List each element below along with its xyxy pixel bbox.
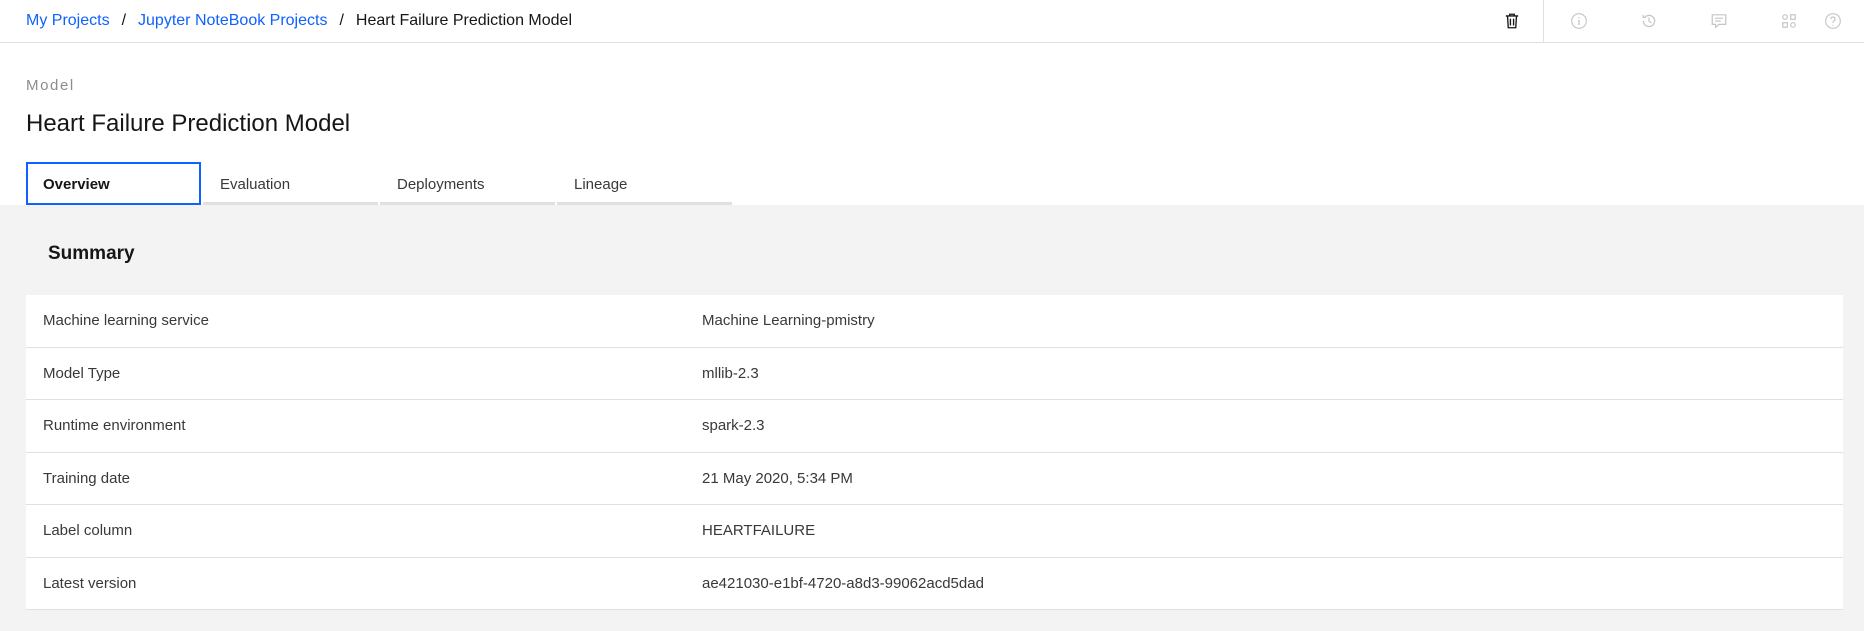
tab-overview[interactable]: Overview (26, 162, 201, 205)
row-label: Machine learning service (43, 312, 209, 330)
data-assets-button[interactable] (1754, 0, 1824, 42)
tab-deployments[interactable]: Deployments (380, 162, 555, 205)
help-button[interactable] (1824, 0, 1864, 42)
breadcrumb-separator: / (339, 12, 344, 29)
data-assets-icon (1782, 14, 1796, 28)
breadcrumb-current: Heart Failure Prediction Model (355, 12, 572, 29)
row-value: HEARTFAILURE (702, 522, 816, 540)
tab-lineage[interactable]: Lineage (557, 162, 732, 205)
summary-table: Machine learning service Machine Learnin… (26, 295, 1843, 610)
row-value: mllib-2.3 (702, 364, 759, 382)
row-label: Model Type (43, 364, 121, 382)
row-value: spark-2.3 (702, 417, 765, 435)
table-row: Label column HEARTFAILURE (26, 505, 1843, 558)
comments-icon (1711, 14, 1727, 29)
row-label: Runtime environment (43, 417, 186, 435)
row-label: Latest version (43, 574, 137, 592)
row-value: Machine Learning-pmistry (702, 312, 875, 330)
table-row: Latest version ae421030-e1bf-4720-a8d3-9… (26, 558, 1843, 610)
table-row: Runtime environment spark-2.3 (26, 400, 1843, 453)
tab-list: Overview Evaluation Deployments Lineage (26, 162, 734, 205)
top-bar: My Projects / Jupyter NoteBook Projects … (0, 0, 1864, 43)
help-icon (1825, 13, 1841, 29)
tab-evaluation[interactable]: Evaluation (203, 162, 378, 205)
history-icon (1642, 14, 1656, 28)
version-history-button[interactable] (1614, 0, 1684, 42)
table-row: Training date 21 May 2020, 5:34 PM (26, 453, 1843, 505)
breadcrumb-my-projects[interactable]: My Projects (26, 12, 110, 30)
row-label: Label column (43, 522, 133, 540)
summary-heading: Summary (48, 243, 135, 264)
row-value: ae421030-e1bf-4720-a8d3-99062acd5dad (702, 574, 984, 592)
page-header: Model Heart Failure Prediction Model Ove… (0, 43, 1864, 205)
breadcrumb: My Projects / Jupyter NoteBook Projects … (26, 0, 572, 42)
row-label: Training date (43, 469, 130, 487)
trash-icon (1505, 13, 1518, 29)
table-row: Machine learning service Machine Learnin… (26, 295, 1843, 348)
table-row: Model Type mllib-2.3 (26, 348, 1843, 400)
information-icon (1571, 13, 1587, 29)
row-value: 21 May 2020, 5:34 PM (702, 469, 853, 487)
page-title: Heart Failure Prediction Model (26, 110, 351, 137)
comments-button[interactable] (1684, 0, 1754, 42)
breadcrumb-separator: / (121, 12, 127, 29)
toolbar (1480, 0, 1864, 42)
delete-button[interactable] (1480, 0, 1544, 42)
information-button[interactable] (1544, 0, 1614, 42)
breadcrumb-jupyter-notebook-projects[interactable]: Jupyter NoteBook Projects (138, 12, 327, 30)
asset-type-label: Model (26, 77, 75, 94)
